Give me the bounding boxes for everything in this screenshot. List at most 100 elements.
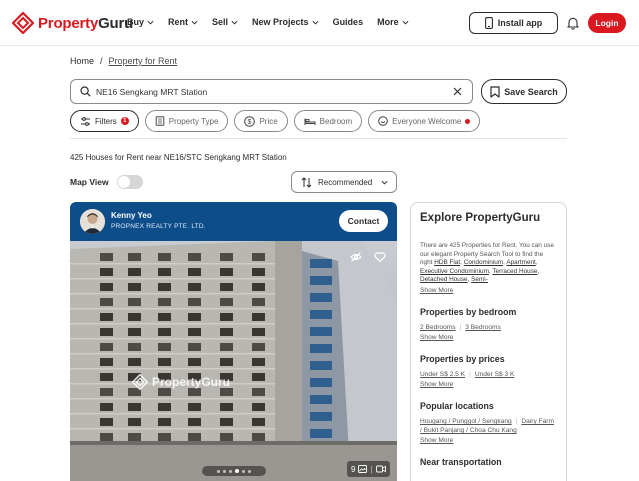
floor-ledge [70, 353, 275, 355]
chevron-down-icon [402, 20, 409, 25]
building-window [252, 418, 265, 426]
building-window [100, 298, 113, 306]
nav-sell[interactable]: Sell [212, 17, 238, 27]
map-view-toggle[interactable] [116, 175, 143, 189]
agent-bar: Kenny Yeo PROPNEX REALTY PTE. LTD. Conta… [70, 202, 397, 241]
building-window [188, 433, 201, 441]
show-more-link[interactable]: Show More [420, 287, 557, 294]
gallery-icon [358, 465, 368, 473]
nav-buy[interactable]: Buy [127, 17, 154, 27]
search-icon [80, 86, 91, 97]
building-window [158, 418, 171, 426]
side-window [310, 429, 332, 438]
nav-more[interactable]: More [377, 17, 409, 27]
property-type-filter[interactable]: Property Type [144, 110, 229, 132]
building-window [128, 268, 141, 276]
map-view-toggle-row: Map View [70, 175, 143, 189]
link-executive-condominium[interactable]: Executive Condominium [420, 268, 489, 275]
building-window [128, 403, 141, 411]
building-window [158, 433, 171, 441]
heart-icon[interactable] [374, 251, 386, 263]
floor-ledge [70, 308, 275, 310]
nav-guides[interactable]: Guides [333, 17, 364, 27]
chevron-down-icon [147, 20, 154, 25]
watermark-logo-icon [132, 374, 148, 390]
filters-count-badge: 1 [120, 117, 129, 125]
building-window [158, 283, 171, 291]
building-window [220, 313, 233, 321]
building-window [158, 328, 171, 336]
filters-label: Filters [95, 116, 117, 126]
chevron-down-icon [191, 20, 198, 25]
hide-listing-icon[interactable] [350, 251, 362, 263]
building-window [100, 343, 113, 351]
notification-bell-icon[interactable] [566, 16, 580, 30]
sort-label: Recommended [318, 177, 373, 187]
nav-rent[interactable]: Rent [168, 17, 198, 27]
building-window [128, 358, 141, 366]
link-under-2-5k[interactable]: Under S$ 2.5 K [420, 371, 465, 378]
everyone-welcome-filter[interactable]: Everyone Welcome [368, 110, 481, 132]
explore-intro: There are 425 Properties for Rent. You c… [420, 242, 554, 284]
building-window [158, 253, 171, 261]
side-window [310, 259, 332, 268]
building-window [252, 298, 265, 306]
link-detached-house[interactable]: Detached House [420, 276, 468, 283]
filters-button[interactable]: Filters 1 [70, 110, 139, 132]
link-terraced-house[interactable]: Terraced House [492, 268, 537, 275]
bedroom-filter[interactable]: Bedroom [293, 110, 363, 132]
link-semi[interactable]: Semi- [471, 276, 488, 283]
building-window [100, 373, 113, 381]
nav-new-projects[interactable]: New Projects [252, 17, 319, 27]
listing-photo[interactable] [70, 241, 397, 481]
show-more-link[interactable]: Show More [420, 334, 557, 341]
building-window [128, 298, 141, 306]
save-search-button[interactable]: Save Search [481, 79, 567, 104]
photo-carousel-dots [202, 466, 266, 476]
link-separator: | [459, 324, 462, 331]
side-window [310, 310, 332, 319]
link-under-3k[interactable]: Under S$ 3 K [475, 371, 515, 378]
show-more-link[interactable]: Show More [420, 381, 557, 388]
link-hdb-flat[interactable]: HDB Flat [434, 259, 460, 266]
building-window [252, 268, 265, 276]
show-more-link[interactable]: Show More [420, 437, 557, 444]
breadcrumb-home[interactable]: Home [70, 56, 94, 66]
building-window [252, 313, 265, 321]
carousel-dot[interactable] [223, 469, 226, 473]
building-window [252, 328, 265, 336]
price-filter[interactable]: $ Price [234, 110, 288, 132]
install-app-button[interactable]: Install app [469, 12, 558, 34]
search-input[interactable]: NE16 Sengkang MRT Station [70, 79, 473, 104]
building-window [158, 403, 171, 411]
agent-avatar[interactable] [80, 209, 105, 234]
building-window [128, 283, 141, 291]
link-2-bedrooms[interactable]: 2 Bedrooms [420, 324, 456, 331]
listing-card[interactable]: Kenny Yeo PROPNEX REALTY PTE. LTD. Conta… [70, 202, 397, 481]
photo-count-badge[interactable]: 9 | [347, 461, 390, 477]
carousel-dot-active[interactable] [235, 469, 239, 473]
sort-dropdown[interactable]: Recommended [291, 171, 397, 193]
link-apartment[interactable]: Apartment [506, 259, 535, 266]
carousel-dot[interactable] [217, 469, 220, 473]
link-hougang-punggol-sengkang[interactable]: Hougang / Punggol / Sengkang [420, 418, 512, 425]
building-window [220, 253, 233, 261]
propertyguru-logo[interactable]: PropertyGuru [12, 12, 133, 34]
building-window [252, 388, 265, 396]
explore-panel: Explore PropertyGuru There are 425 Prope… [410, 202, 567, 481]
contact-button[interactable]: Contact [339, 210, 388, 232]
link-condominium[interactable]: Condominium [464, 259, 503, 266]
agent-name[interactable]: Kenny Yeo [111, 211, 152, 220]
building-window [100, 328, 113, 336]
link-3-bedrooms[interactable]: 3 Bedrooms [465, 324, 501, 331]
breadcrumb-property-for-rent[interactable]: Property for Rent [109, 56, 178, 66]
carousel-dot[interactable] [242, 469, 245, 473]
carousel-dot[interactable] [248, 469, 251, 473]
media-separator: | [370, 464, 373, 474]
carousel-dot[interactable] [229, 469, 232, 473]
main-nav: Buy Rent Sell New Projects Guides More [127, 17, 409, 27]
login-button[interactable]: Login [588, 13, 626, 33]
active-dot-icon [465, 118, 471, 124]
clear-search-icon[interactable] [452, 86, 463, 97]
side-window [310, 293, 332, 302]
